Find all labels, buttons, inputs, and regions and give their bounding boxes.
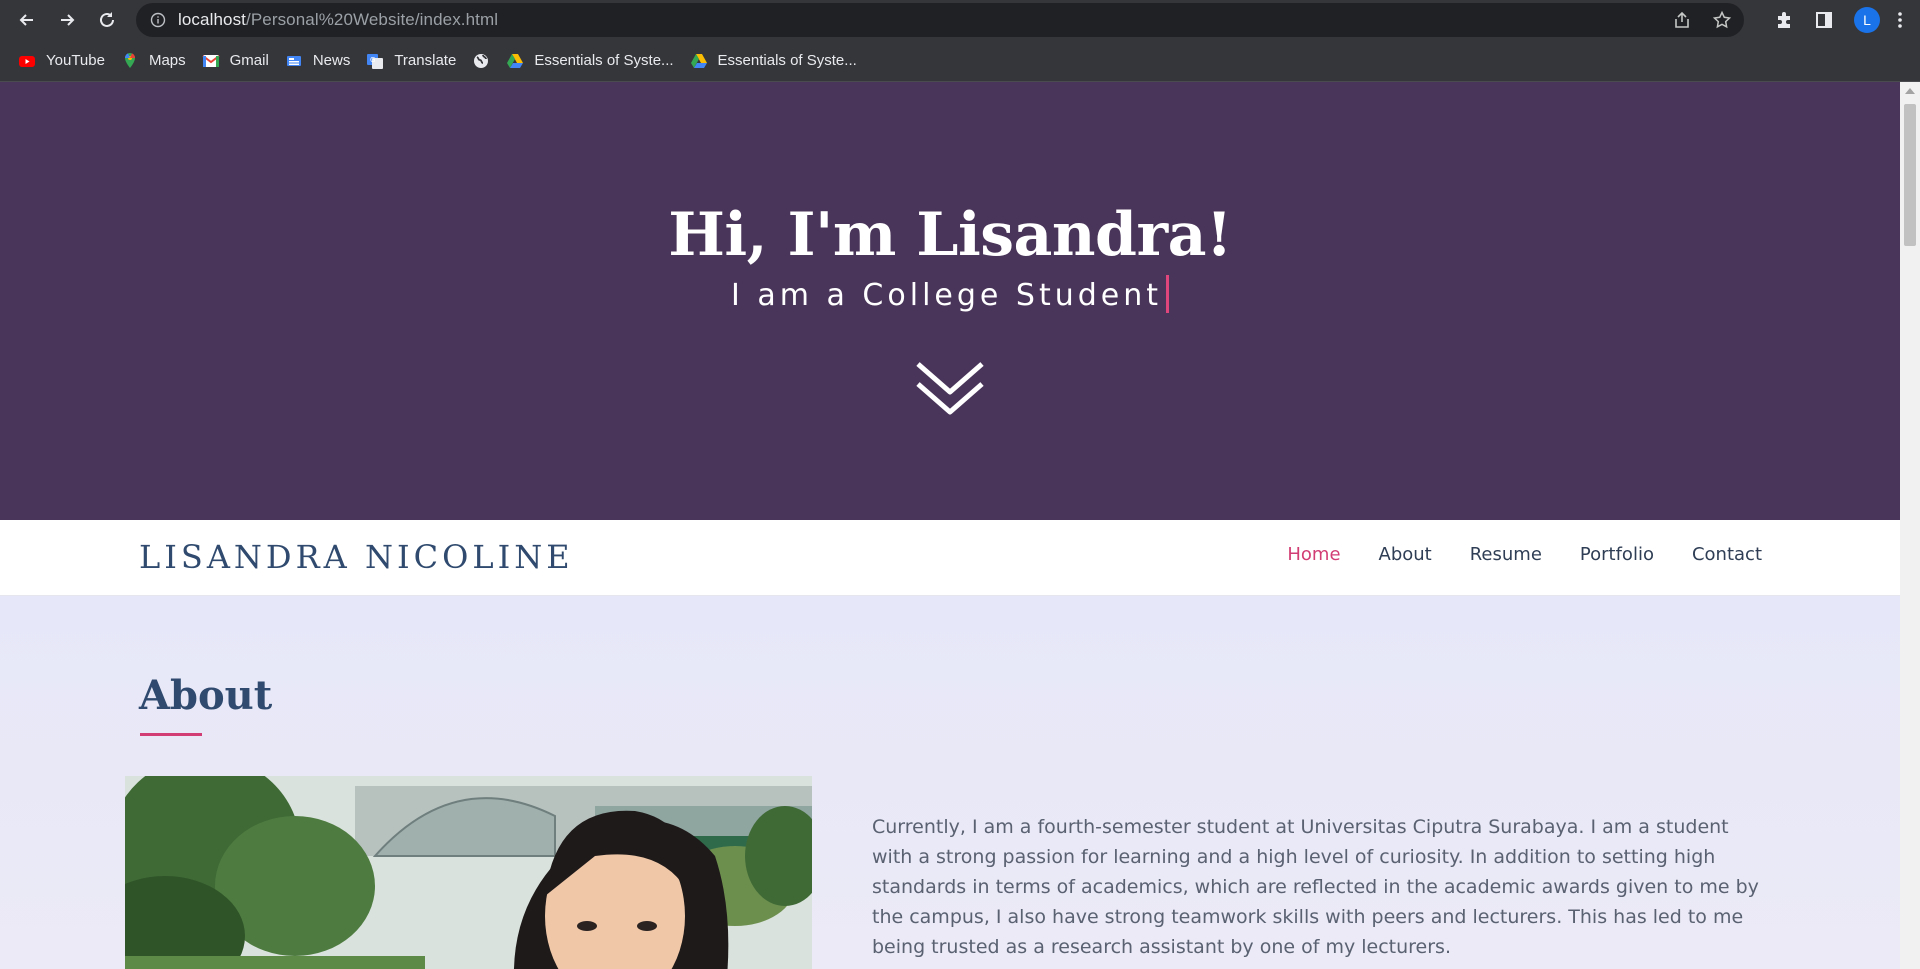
url-host: localhost	[178, 10, 246, 29]
maps-icon	[121, 52, 139, 70]
extensions-puzzle-icon[interactable]	[1774, 10, 1794, 30]
translate-icon: G	[366, 52, 384, 70]
news-icon	[285, 52, 303, 70]
more-menu-icon[interactable]	[1890, 10, 1910, 30]
address-bar[interactable]: localhost/Personal%20Website/index.html	[136, 3, 1744, 37]
reload-button[interactable]	[87, 0, 127, 40]
nav-link-home[interactable]: Home	[1287, 544, 1340, 565]
forward-button[interactable]	[47, 0, 87, 40]
about-heading: About	[139, 672, 273, 719]
site-brand[interactable]: LISANDRA NICOLINE	[139, 538, 574, 576]
heading-underline	[140, 733, 202, 736]
nav-link-contact[interactable]: Contact	[1692, 544, 1762, 565]
svg-text:G: G	[370, 56, 375, 64]
youtube-icon	[18, 52, 36, 70]
bookmarks-bar: YouTube Maps Gmail News G Translate Esse…	[0, 40, 1920, 82]
arrow-left-icon	[19, 14, 33, 26]
gmail-icon	[202, 52, 220, 70]
bookmark-essentials-2[interactable]: Essentials of Syste...	[684, 46, 867, 76]
typing-cursor	[1166, 274, 1169, 313]
url-path: /Personal%20Website/index.html	[246, 10, 499, 29]
scroll-down-chevron-icon[interactable]	[915, 360, 985, 418]
nav-link-resume[interactable]: Resume	[1470, 544, 1542, 565]
drive-icon	[690, 52, 708, 70]
page-scrollbar[interactable]	[1900, 82, 1920, 969]
nav-menu: Home About Resume Portfolio Contact	[1287, 544, 1762, 565]
bookmark-label: News	[312, 52, 351, 69]
bookmark-globe[interactable]	[466, 46, 500, 76]
hero-section: Hi, I'm Lisandra! I am a College Student	[0, 82, 1900, 520]
bookmark-label: Essentials of Syste...	[534, 52, 674, 69]
bookmark-youtube[interactable]: YouTube	[12, 46, 115, 76]
nav-link-about[interactable]: About	[1379, 544, 1432, 565]
side-panel-icon[interactable]	[1814, 10, 1834, 30]
reload-icon	[100, 12, 114, 27]
bookmark-label: Gmail	[229, 52, 269, 69]
bookmark-label: Maps	[148, 52, 186, 69]
photo-illustration	[125, 776, 812, 969]
bookmark-news[interactable]: News	[279, 46, 361, 76]
hero-subtitle-text: I am a College Student	[730, 278, 1162, 313]
nav-link-portfolio[interactable]: Portfolio	[1580, 544, 1654, 565]
share-icon[interactable]	[1672, 10, 1692, 30]
profile-avatar[interactable]: L	[1854, 7, 1880, 33]
bookmark-label: Essentials of Syste...	[717, 52, 857, 69]
site-navbar: LISANDRA NICOLINE Home About Resume Port…	[0, 520, 1900, 596]
globe-icon	[472, 52, 490, 70]
hero-subtitle: I am a College Student	[0, 274, 1900, 313]
back-button[interactable]	[7, 0, 47, 40]
bookmark-label: Translate	[394, 52, 457, 69]
arrow-right-icon	[61, 14, 75, 26]
browser-toolbar: localhost/Personal%20Website/index.html …	[0, 0, 1920, 40]
url-text[interactable]: localhost/Personal%20Website/index.html	[178, 10, 498, 30]
star-icon[interactable]	[1712, 10, 1732, 30]
scrollbar-thumb[interactable]	[1904, 104, 1916, 246]
profile-photo	[125, 776, 812, 969]
hero-title: Hi, I'm Lisandra!	[668, 200, 1232, 270]
about-section: About Currently, I am a fourth-semester …	[0, 596, 1900, 969]
scroll-up-arrow-icon[interactable]	[1905, 88, 1915, 94]
bookmark-maps[interactable]: Maps	[115, 46, 196, 76]
bookmark-label: YouTube	[46, 52, 105, 69]
page-viewport: Hi, I'm Lisandra! I am a College Student…	[0, 82, 1900, 969]
about-paragraph: Currently, I am a fourth-semester studen…	[872, 816, 1759, 958]
info-icon[interactable]	[150, 12, 166, 28]
bookmark-essentials-1[interactable]: Essentials of Syste...	[500, 46, 683, 76]
bookmark-translate[interactable]: G Translate	[360, 46, 466, 76]
drive-icon	[506, 52, 524, 70]
bookmark-gmail[interactable]: Gmail	[196, 46, 279, 76]
